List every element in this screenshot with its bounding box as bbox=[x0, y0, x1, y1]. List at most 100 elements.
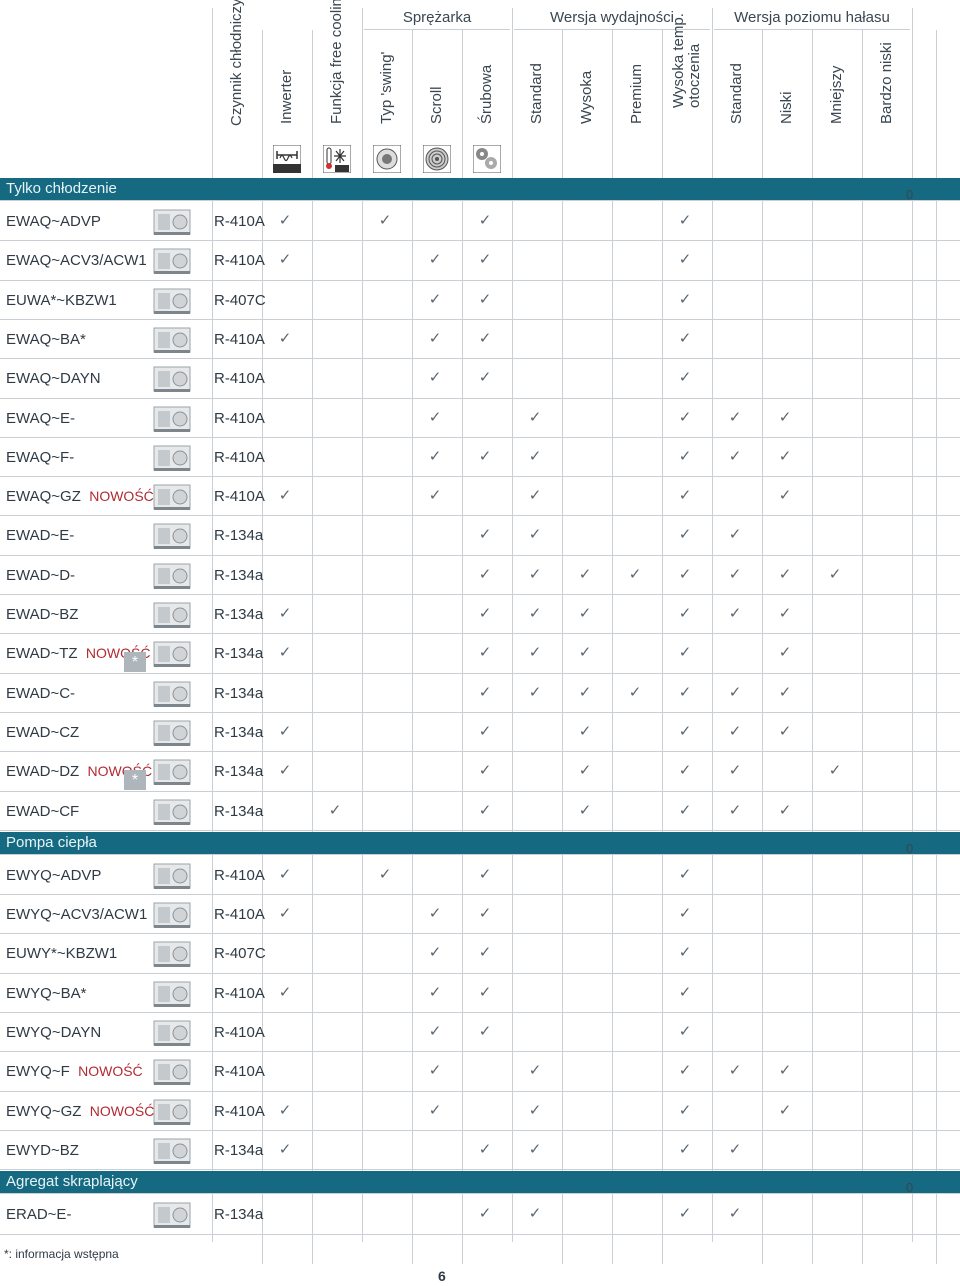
product-model: EWYD~BZ bbox=[6, 1141, 79, 1159]
refrigerant: R-134a bbox=[214, 645, 264, 663]
product-image bbox=[152, 756, 192, 787]
check-icon: ✓ bbox=[478, 605, 492, 622]
refrigerant: R-134a bbox=[214, 566, 264, 584]
refrigerant: R-134a bbox=[214, 1141, 264, 1159]
check-icon: ✓ bbox=[478, 212, 492, 229]
check-icon: ✓ bbox=[678, 683, 692, 701]
product-image bbox=[152, 1017, 192, 1048]
refrigerant: R-407C bbox=[214, 945, 266, 963]
column-header: Śrubowa bbox=[462, 30, 512, 176]
check-icon: ✓ bbox=[478, 369, 492, 387]
table-row: EWAD~TZ NOWOŚĆ * R-134a ✓ ✓ ✓ ✓ ✓ ✓ bbox=[0, 634, 960, 673]
product-image bbox=[152, 938, 192, 969]
product-model: EWAD~DZ bbox=[6, 763, 80, 781]
check-icon: ✓ bbox=[678, 905, 692, 923]
table-row: EWAD~E- R-134a ✓ ✓ ✓ ✓ bbox=[0, 516, 960, 555]
table-row: EWYQ~DAYN R-410A ✓ ✓ ✓ bbox=[0, 1013, 960, 1052]
screw-compressor-icon bbox=[472, 144, 502, 174]
check-icon: ✓ bbox=[678, 408, 692, 426]
scroll-compressor-icon bbox=[422, 144, 452, 174]
check-icon: ✓ bbox=[778, 644, 792, 662]
refrigerant: R-410A bbox=[214, 252, 265, 270]
section-title: Agregat skraplający bbox=[6, 1173, 138, 1191]
check-icon: ✓ bbox=[728, 605, 742, 622]
check-icon: ✓ bbox=[428, 1062, 442, 1080]
refrigerant: R-410A bbox=[214, 1063, 265, 1081]
product-image bbox=[152, 560, 192, 591]
refrigerant: R-410A bbox=[214, 906, 265, 924]
column-header: Czynnik chłodniczy bbox=[212, 0, 262, 176]
check-icon: ✓ bbox=[728, 408, 742, 426]
column-label-text: Śrubowa bbox=[478, 64, 495, 124]
column-header: Niski bbox=[762, 30, 812, 176]
check-icon: ✓ bbox=[278, 644, 292, 662]
column-header: Standard bbox=[712, 30, 762, 176]
column-header: Funkcja free cooling bbox=[312, 0, 362, 176]
refrigerant: R-410A bbox=[214, 370, 265, 388]
check-icon: ✓ bbox=[478, 983, 492, 1001]
check-icon: ✓ bbox=[728, 722, 742, 740]
section-header: Pompa ciepła bbox=[0, 831, 960, 854]
check-icon: ✓ bbox=[678, 251, 692, 269]
product-model: EWAQ~E- bbox=[6, 409, 76, 427]
column-header-label: Czynnik chłodniczy bbox=[228, 0, 245, 126]
refrigerant: R-134a bbox=[214, 684, 264, 702]
check-icon: ✓ bbox=[478, 722, 492, 740]
refrigerant: R-410A bbox=[214, 1102, 265, 1120]
column-header: Wysoka bbox=[562, 30, 612, 176]
check-icon: ✓ bbox=[428, 1023, 442, 1040]
column-label-text: Niski bbox=[778, 91, 795, 125]
product-name: EWAQ~ADVP bbox=[6, 213, 101, 230]
product-model: EWAQ~F- bbox=[6, 448, 75, 466]
column-header: Premium bbox=[612, 30, 662, 176]
check-icon: ✓ bbox=[678, 447, 692, 465]
check-icon: ✓ bbox=[578, 605, 592, 622]
new-badge: NOWOŚĆ bbox=[89, 1102, 155, 1119]
check-icon: ✓ bbox=[578, 644, 592, 662]
check-icon: ✓ bbox=[478, 865, 492, 883]
table-row: EWAQ~F- R-410A ✓ ✓ ✓ ✓ ✓ ✓ bbox=[0, 438, 960, 477]
refrigerant: R-134a bbox=[214, 723, 264, 741]
table-row: EUWY*~KBZW1 R-407C ✓ ✓ ✓ bbox=[0, 934, 960, 973]
group-header: Sprężarka bbox=[402, 9, 472, 26]
footnote: *: informacja wstępna bbox=[4, 1247, 119, 1261]
product-image bbox=[152, 1199, 192, 1230]
table-row: EWAD~CF R-134a ✓ ✓ ✓ ✓ ✓ ✓ bbox=[0, 792, 960, 831]
check-icon: ✓ bbox=[678, 212, 692, 229]
product-model: EWAQ~BA* bbox=[6, 330, 86, 348]
check-icon: ✓ bbox=[578, 683, 592, 701]
check-icon: ✓ bbox=[428, 369, 442, 387]
check-icon: ✓ bbox=[428, 905, 442, 923]
check-icon: ✓ bbox=[678, 290, 692, 308]
product-image bbox=[152, 285, 192, 316]
product-name: EWAD~D- bbox=[6, 567, 75, 584]
column-label-text: Bardzo niski bbox=[878, 42, 895, 124]
product-image bbox=[152, 481, 192, 512]
column-label-text: Typ 'swing' bbox=[378, 51, 395, 124]
check-icon: ✓ bbox=[428, 487, 442, 505]
product-image bbox=[152, 1056, 192, 1087]
check-icon: ✓ bbox=[778, 605, 792, 622]
refrigerant: R-407C bbox=[214, 291, 266, 309]
section-title: Pompa ciepła bbox=[6, 833, 97, 851]
product-name: EWYQ~F NOWOŚĆ bbox=[6, 1063, 143, 1080]
column-header-label: Funkcja free cooling bbox=[328, 0, 345, 124]
column-header-label: Scroll bbox=[428, 86, 445, 124]
product-model: EWYQ~BA* bbox=[6, 984, 87, 1002]
check-icon: ✓ bbox=[678, 644, 692, 662]
column-label-text: Wysoka temp. bbox=[670, 13, 687, 108]
column-header-label: Typ 'swing' bbox=[378, 51, 395, 124]
product-image bbox=[152, 899, 192, 930]
column-header: Mniejszy bbox=[812, 30, 862, 176]
product-image bbox=[152, 442, 192, 473]
check-icon: ✓ bbox=[478, 251, 492, 269]
check-icon: ✓ bbox=[728, 447, 742, 465]
check-icon: ✓ bbox=[678, 369, 692, 387]
product-model: EWYQ~F bbox=[6, 1063, 70, 1081]
new-badge: NOWOŚĆ bbox=[89, 488, 154, 505]
check-icon: ✓ bbox=[678, 944, 692, 962]
check-icon: ✓ bbox=[378, 212, 392, 229]
column-header-label: Niski bbox=[778, 91, 795, 125]
product-image bbox=[152, 717, 192, 748]
check-icon: ✓ bbox=[628, 565, 642, 583]
